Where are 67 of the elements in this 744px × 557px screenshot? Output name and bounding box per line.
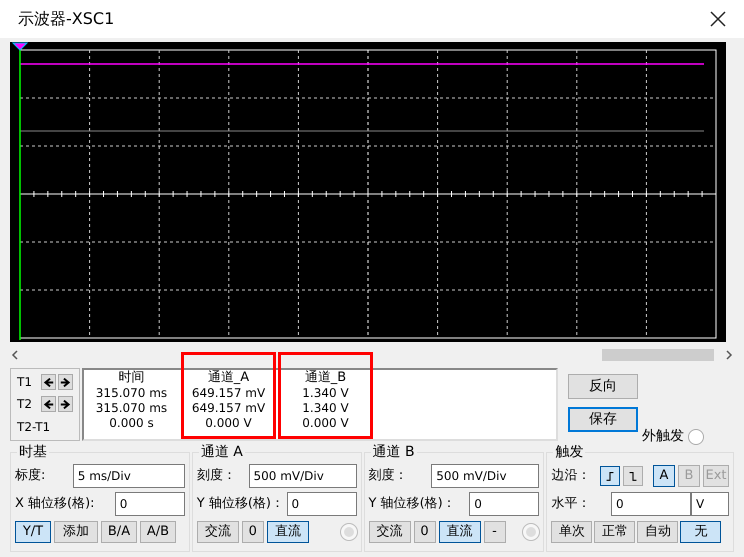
toggle-button[interactable]: 单次 (551, 521, 592, 543)
toggle-button[interactable]: 0 (242, 521, 264, 543)
window-title: 示波器-XSC1 (18, 8, 114, 30)
unit-field[interactable]: V (691, 492, 729, 516)
input-field[interactable]: 0 (114, 492, 185, 516)
rising-edge-icon (604, 470, 616, 482)
toggle-button[interactable]: 正常 (594, 521, 636, 543)
scroll-left-icon[interactable] (10, 350, 20, 360)
action-button[interactable]: 反向 (568, 374, 638, 399)
input-field[interactable]: 0 (286, 492, 357, 516)
reading-value: 649.157 mV (192, 386, 266, 401)
toggle-button[interactable]: 直流 (266, 521, 309, 543)
cursor-marker-icon[interactable] (12, 42, 28, 51)
toggle-button[interactable]: 自动 (637, 521, 678, 543)
toggle-button[interactable]: 交流 (196, 521, 239, 543)
field-label: Y 轴位移(格)： (196, 494, 284, 513)
input-field[interactable]: 0 (611, 492, 691, 516)
toggle-button[interactable]: 无 (680, 521, 722, 543)
field-label: 标度: (15, 466, 46, 485)
reading-value: 1.340 V (302, 386, 349, 401)
reading-value: 0.000 V (302, 416, 349, 431)
left-arrow-button[interactable] (41, 374, 56, 390)
toggle-button[interactable]: 0 (414, 521, 436, 543)
toggle-button[interactable]: 直流 (438, 521, 481, 543)
rising-edge-button[interactable] (600, 466, 620, 486)
field-label: X 轴位移(格): (15, 494, 95, 513)
column-heading: 通道_B (304, 369, 346, 386)
field-label: Y 轴位移(格)： (368, 494, 456, 513)
reading-value: 649.157 mV (192, 401, 266, 416)
action-button[interactable]: 保存 (568, 407, 638, 432)
reading-value: 0.000 V (205, 416, 252, 431)
input-field[interactable]: 500 mV/Div (431, 464, 540, 488)
toggle-button[interactable]: A (653, 464, 675, 486)
input-field[interactable]: 500 mV/Div (248, 464, 357, 488)
reading-value: 1.340 V (302, 401, 349, 416)
field-label: 边沿： (551, 466, 590, 485)
field-label: 水平： (551, 494, 590, 513)
right-arrow-button[interactable] (58, 374, 73, 390)
column-heading: 时间 (118, 369, 144, 386)
falling-edge-button[interactable] (623, 466, 643, 486)
scrollbar-thumb[interactable] (602, 349, 714, 361)
toggle-button[interactable]: - (484, 521, 506, 543)
toggle-button[interactable]: Y/T (15, 521, 51, 543)
scroll-right-icon[interactable] (724, 350, 734, 360)
reading-value: 315.070 ms (96, 386, 168, 401)
cursor-label: T2-T1 (17, 418, 50, 436)
close-icon[interactable] (710, 11, 726, 27)
reading-value: 315.070 ms (96, 401, 168, 416)
reading-value: 0.000 s (109, 416, 154, 431)
radio-button[interactable] (688, 428, 704, 444)
cursor-label: T2 (17, 396, 33, 414)
group-title: 触发 (553, 443, 586, 461)
group-title: 时基 (17, 443, 49, 461)
field-label: 刻度： (196, 466, 236, 485)
toggle-button[interactable]: 添加 (54, 521, 98, 543)
toggle-button[interactable]: B/A (101, 521, 137, 543)
right-arrow-button[interactable] (58, 396, 73, 412)
input-field[interactable]: 5 ms/Div (72, 464, 185, 488)
cursor-label: T1 (17, 374, 33, 392)
external-trigger-label: 外触发 (642, 427, 684, 446)
column-heading: 通道_A (208, 369, 250, 386)
falling-edge-icon (627, 470, 639, 482)
field-label: 刻度： (368, 466, 408, 485)
input-field[interactable]: 0 (469, 492, 540, 516)
toggle-button[interactable]: 交流 (368, 521, 411, 543)
toggle-button[interactable]: A/B (140, 521, 176, 543)
left-arrow-button[interactable] (41, 396, 56, 412)
